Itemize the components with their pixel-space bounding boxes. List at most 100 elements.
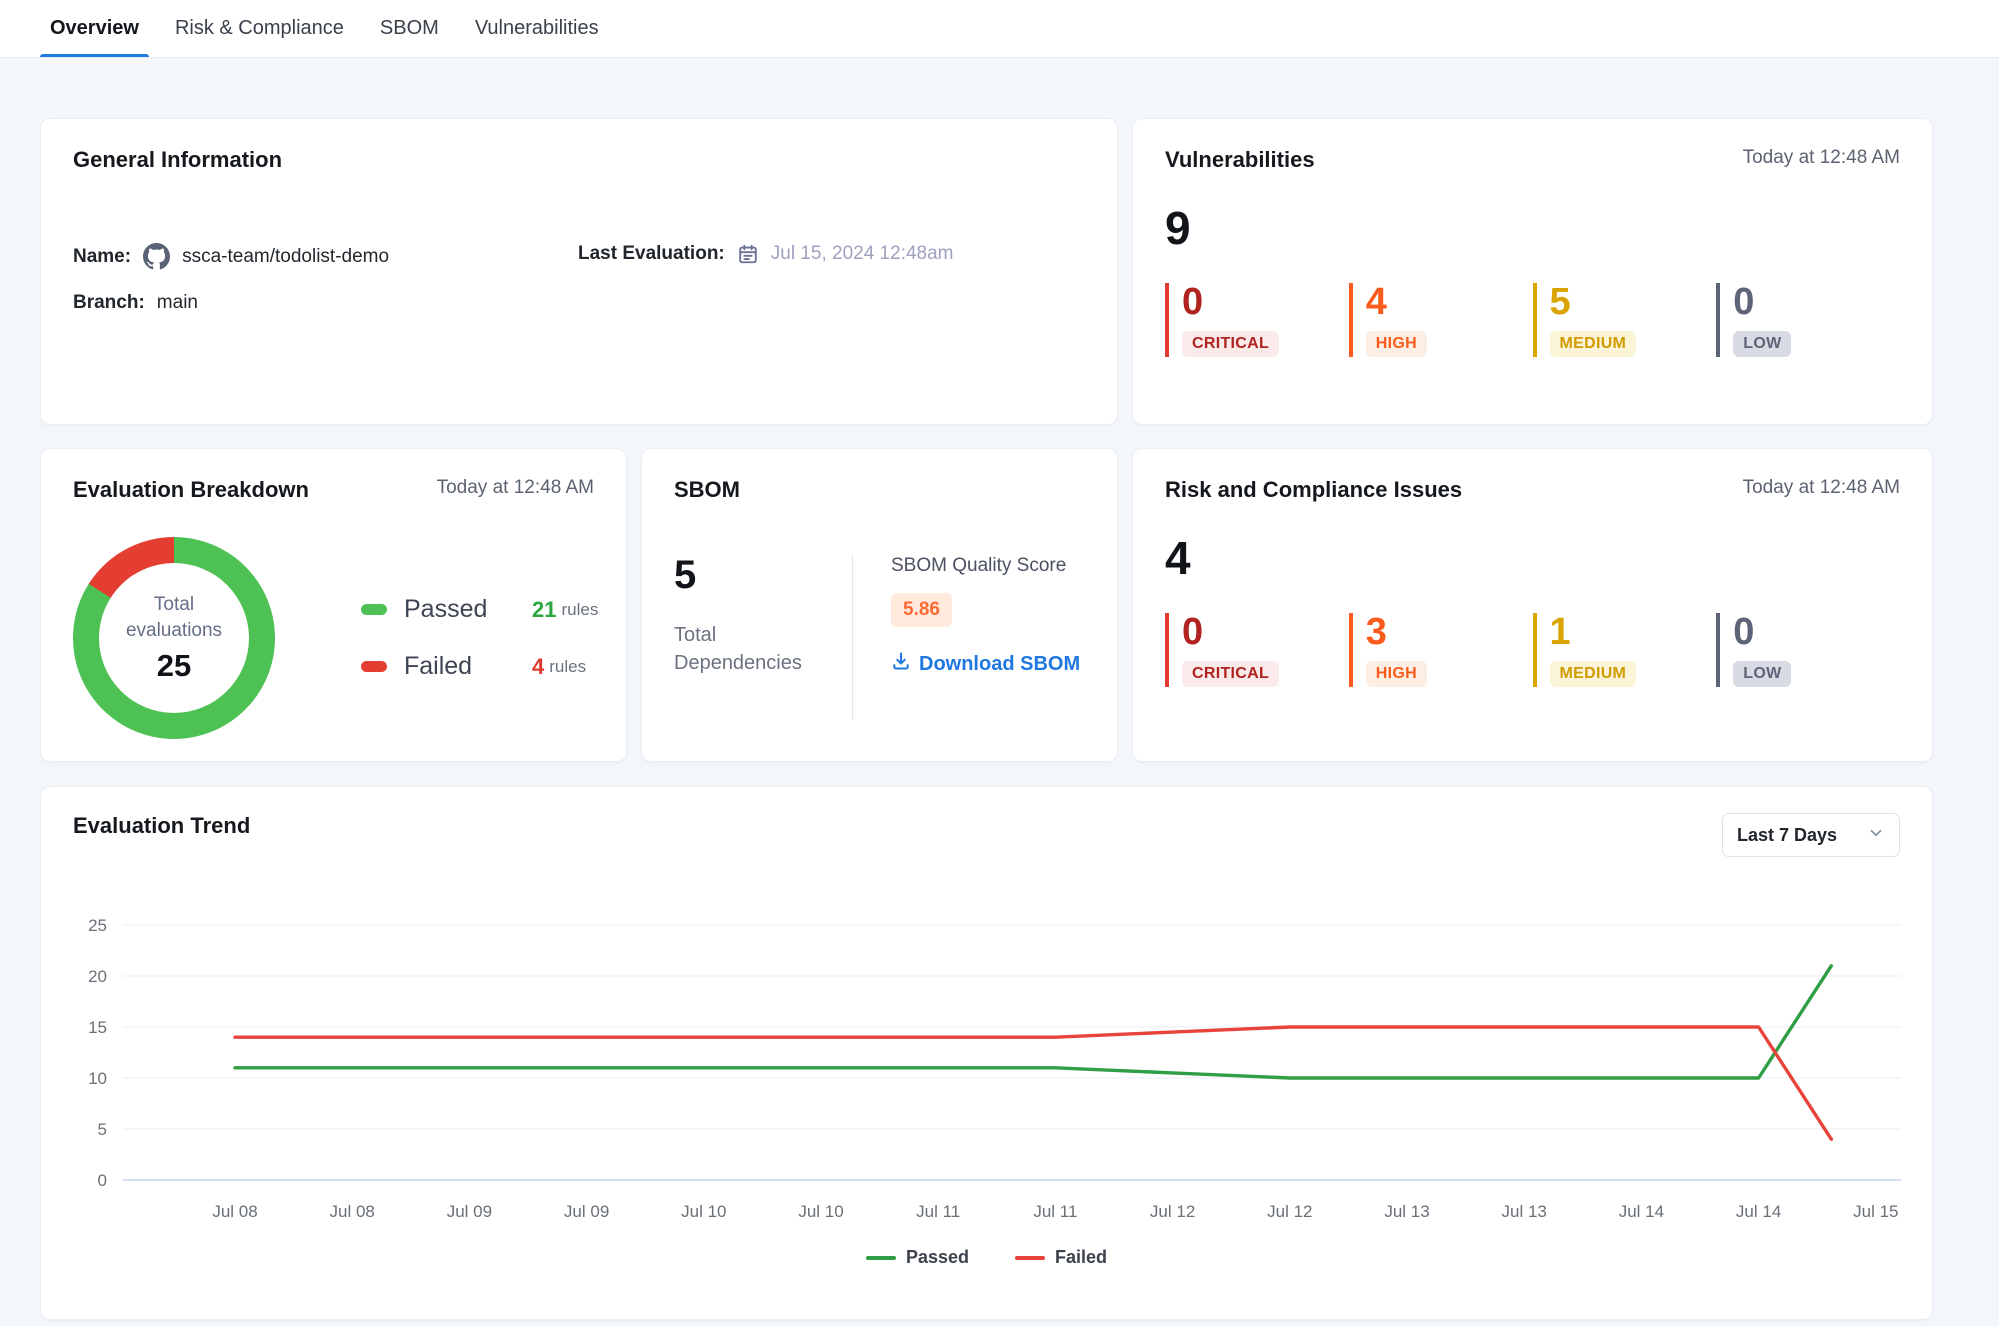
svg-text:Jul 10: Jul 10 (798, 1202, 843, 1221)
passed-line-label: Passed (906, 1247, 969, 1268)
download-sbom-label: Download SBOM (919, 653, 1080, 676)
failed-label: Failed (404, 652, 522, 681)
repo-name-row: Name: ssca-team/todolist-demo (73, 243, 578, 270)
vulnerabilities-card: Vulnerabilities Today at 12:48 AM 9 0 CR… (1132, 118, 1933, 425)
severity-count: 0 (1733, 613, 1900, 651)
svg-text:10: 10 (88, 1069, 107, 1088)
risk-compliance-total: 4 (1165, 535, 1900, 581)
severity-item-critical: 0 CRITICAL (1165, 613, 1349, 687)
vulnerabilities-timestamp: Today at 12:48 AM (1743, 147, 1900, 169)
general-information-card: General Information Name: ssca-team/todo… (40, 118, 1118, 425)
severity-count: 4 (1366, 283, 1533, 321)
failed-swatch (361, 661, 387, 672)
vulnerabilities-total: 9 (1165, 205, 1900, 251)
svg-text:25: 25 (88, 916, 107, 935)
severity-badge: LOW (1733, 661, 1791, 687)
severity-badge: HIGH (1366, 661, 1427, 687)
github-icon (143, 243, 170, 270)
total-dependencies-value: 5 (674, 555, 852, 595)
vulnerabilities-title: Vulnerabilities (1165, 147, 1315, 173)
evaluation-breakdown-timestamp: Today at 12:48 AM (437, 477, 594, 499)
vulnerabilities-severity-row: 0 CRITICAL 4 HIGH 5 MEDIUM 0 LOW (1165, 283, 1900, 357)
svg-text:Jul 11: Jul 11 (916, 1202, 960, 1221)
severity-item-critical: 0 CRITICAL (1165, 283, 1349, 357)
tab-risk-compliance[interactable]: Risk & Compliance (175, 0, 344, 57)
name-label: Name: (73, 246, 131, 268)
tab-overview[interactable]: Overview (50, 0, 139, 57)
severity-count: 5 (1550, 283, 1717, 321)
svg-text:Jul 08: Jul 08 (212, 1202, 257, 1221)
svg-text:Jul 10: Jul 10 (681, 1202, 726, 1221)
svg-text:Jul 13: Jul 13 (1384, 1202, 1429, 1221)
sbom-quality-score-label: SBOM Quality Score (891, 555, 1080, 577)
evaluation-trend-title: Evaluation Trend (73, 813, 250, 839)
branch-row: Branch: main (73, 292, 578, 314)
svg-text:Jul 15: Jul 15 (1853, 1202, 1898, 1221)
svg-text:Jul 14: Jul 14 (1736, 1202, 1781, 1221)
branch-label: Branch: (73, 292, 145, 314)
risk-compliance-card: Risk and Compliance Issues Today at 12:4… (1132, 448, 1933, 762)
svg-text:Jul 13: Jul 13 (1502, 1202, 1547, 1221)
risk-compliance-timestamp: Today at 12:48 AM (1743, 477, 1900, 499)
failed-line-label: Failed (1055, 1247, 1107, 1268)
legend-item-passed: Passed 21 rules (361, 595, 598, 624)
time-range-dropdown[interactable]: Last 7 Days (1722, 813, 1900, 857)
severity-badge: CRITICAL (1182, 661, 1279, 687)
general-information-title: General Information (73, 147, 282, 173)
evaluations-donut-chart: Total evaluations 25 (73, 537, 275, 739)
overview-page: General Information Name: ssca-team/todo… (0, 58, 1999, 1320)
svg-text:20: 20 (88, 967, 107, 986)
evaluation-breakdown-title: Evaluation Breakdown (73, 477, 309, 503)
passed-line-swatch (866, 1256, 896, 1260)
total-dependencies-label: Total Dependencies (674, 621, 804, 677)
severity-count: 0 (1733, 283, 1900, 321)
svg-text:Jul 09: Jul 09 (564, 1202, 609, 1221)
severity-badge: HIGH (1366, 331, 1427, 357)
severity-badge: CRITICAL (1182, 331, 1279, 357)
evaluation-trend-card: Evaluation Trend Last 7 Days 0510152025J… (40, 786, 1933, 1320)
tab-bar: Overview Risk & Compliance SBOM Vulnerab… (0, 0, 1999, 58)
download-icon (891, 651, 911, 677)
severity-badge: LOW (1733, 331, 1791, 357)
failed-line-swatch (1015, 1256, 1045, 1260)
severity-count: 1 (1550, 613, 1717, 651)
svg-text:Jul 12: Jul 12 (1267, 1202, 1312, 1221)
risk-compliance-severity-row: 0 CRITICAL 3 HIGH 1 MEDIUM 0 LOW (1165, 613, 1900, 687)
tab-sbom[interactable]: SBOM (380, 0, 439, 57)
evaluation-breakdown-card: Evaluation Breakdown Today at 12:48 AM T… (40, 448, 627, 762)
failed-unit: rules (549, 657, 586, 677)
svg-text:Jul 12: Jul 12 (1150, 1202, 1195, 1221)
failed-count: 4 (532, 654, 544, 680)
sbom-title: SBOM (674, 477, 740, 503)
chevron-down-icon (1867, 824, 1885, 847)
passed-label: Passed (404, 595, 522, 624)
trend-legend-failed: Failed (1015, 1247, 1107, 1268)
severity-count: 0 (1182, 613, 1349, 651)
severity-item-medium: 5 MEDIUM (1533, 283, 1717, 357)
tab-vulnerabilities[interactable]: Vulnerabilities (475, 0, 599, 57)
severity-count: 3 (1366, 613, 1533, 651)
svg-text:Jul 08: Jul 08 (330, 1202, 375, 1221)
repo-name-value: ssca-team/todolist-demo (182, 246, 389, 268)
donut-total: 25 (157, 648, 191, 684)
last-evaluation-label: Last Evaluation: (578, 243, 725, 265)
sbom-quality-score-value: 5.86 (891, 593, 952, 627)
severity-badge: MEDIUM (1550, 331, 1637, 357)
svg-text:Jul 09: Jul 09 (447, 1202, 492, 1221)
passed-unit: rules (561, 600, 598, 620)
svg-text:Jul 11: Jul 11 (1033, 1202, 1077, 1221)
last-evaluation-value: Jul 15, 2024 12:48am (771, 243, 954, 265)
severity-item-medium: 1 MEDIUM (1533, 613, 1717, 687)
download-sbom-link[interactable]: Download SBOM (891, 651, 1080, 677)
severity-item-low: 0 LOW (1716, 613, 1900, 687)
severity-badge: MEDIUM (1550, 661, 1637, 687)
svg-text:Jul 14: Jul 14 (1619, 1202, 1664, 1221)
donut-center-label: Total evaluations (116, 592, 232, 643)
time-range-value: Last 7 Days (1737, 825, 1837, 846)
passed-count: 21 (532, 597, 556, 623)
last-evaluation-row: Last Evaluation: Jul 15, 2024 12:48am (578, 243, 954, 265)
severity-item-high: 4 HIGH (1349, 283, 1533, 357)
severity-count: 0 (1182, 283, 1349, 321)
branch-value: main (157, 292, 198, 314)
severity-item-low: 0 LOW (1716, 283, 1900, 357)
